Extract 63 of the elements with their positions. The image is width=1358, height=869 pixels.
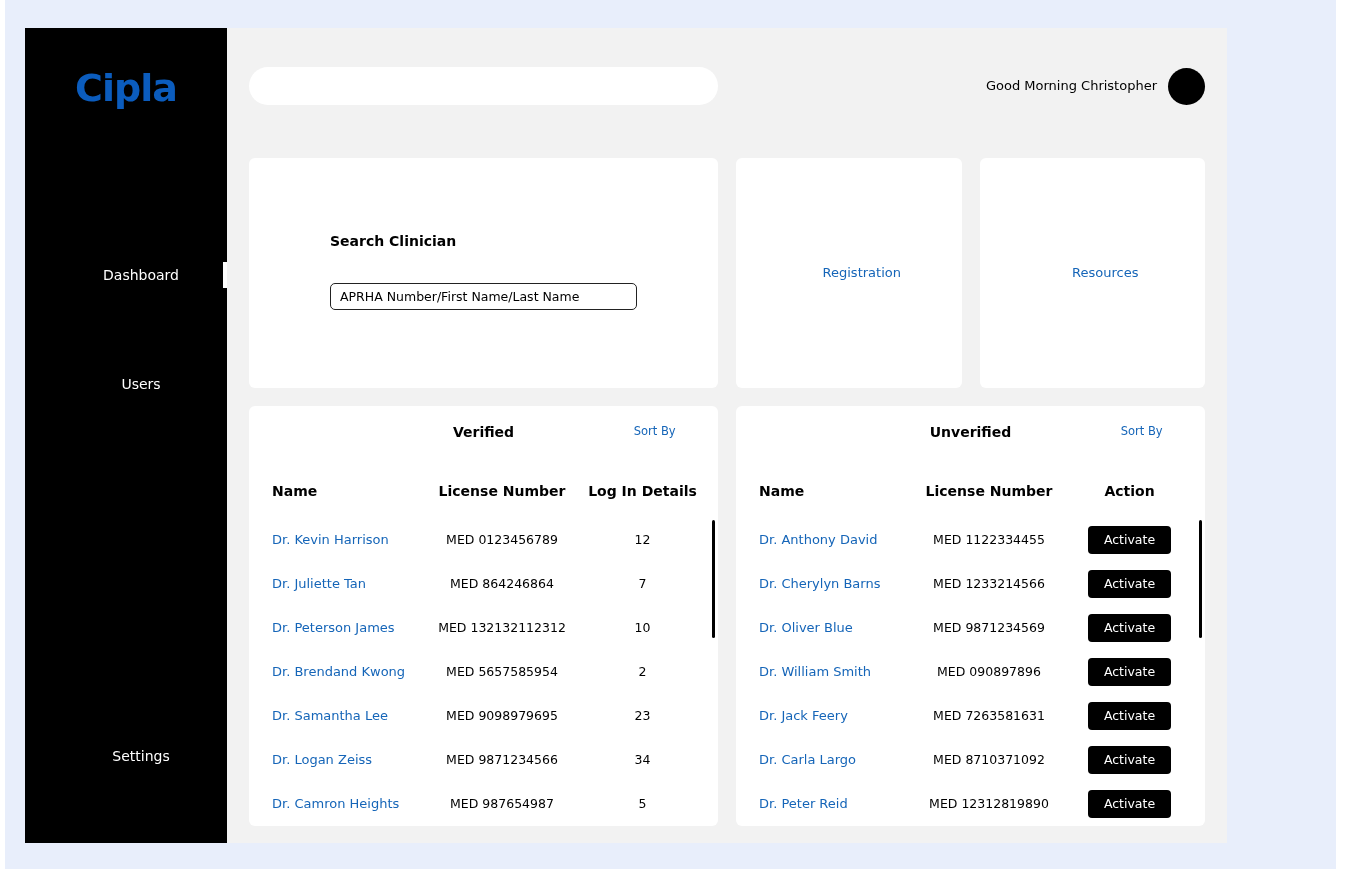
table-cell-text: 2 bbox=[638, 662, 647, 681]
table-cell-text: 10 bbox=[634, 618, 651, 637]
table-cell-text: MED 987654987 bbox=[450, 794, 554, 813]
clinician-name-link[interactable]: Dr. Peterson James bbox=[272, 618, 395, 638]
clinician-name-link[interactable]: Dr. Peter Reid bbox=[759, 794, 848, 814]
table-cell-text: MED 5657585954 bbox=[446, 662, 558, 681]
panel-title: Verified bbox=[452, 422, 515, 442]
clinician-name-link[interactable]: Dr. Anthony David bbox=[759, 530, 878, 550]
table-cell-text: 5 bbox=[638, 794, 647, 813]
clinician-name-link[interactable]: Dr. Carla Largo bbox=[759, 750, 857, 770]
clinician-name-link[interactable]: Dr. William Smith bbox=[759, 662, 872, 682]
clinician-name-link[interactable]: Dr. Juliette Tan bbox=[272, 574, 367, 594]
panel-title: Unverified bbox=[929, 422, 1012, 442]
avatar-icon[interactable] bbox=[1168, 67, 1205, 105]
sidebar-item[interactable]: Settings bbox=[25, 743, 227, 769]
card-title: Search Clinician bbox=[330, 232, 457, 251]
card-link[interactable]: Resources bbox=[1072, 263, 1139, 283]
table-cell-text: MED 0123456789 bbox=[446, 530, 558, 549]
scrollbar-thumb[interactable] bbox=[712, 520, 715, 638]
activate-button[interactable]: Activate bbox=[1088, 702, 1171, 730]
activate-button[interactable]: Activate bbox=[1088, 658, 1171, 686]
column-header: Name bbox=[759, 481, 805, 501]
table-cell-text: MED 9871234566 bbox=[446, 750, 558, 769]
clinician-name-link[interactable]: Dr. Logan Zeiss bbox=[272, 750, 373, 770]
table-cell-text: MED 1233214566 bbox=[933, 574, 1045, 593]
clinician-name-link[interactable]: Dr. Camron Heights bbox=[272, 794, 400, 814]
column-header: License Number bbox=[438, 481, 566, 501]
clinician-name-link[interactable]: Dr. Cherylyn Barns bbox=[759, 574, 881, 594]
activate-button[interactable]: Activate bbox=[1088, 614, 1171, 642]
clinician-name-link[interactable]: Dr. Jack Feery bbox=[759, 706, 848, 726]
activate-button[interactable]: Activate bbox=[1088, 746, 1171, 774]
table-cell-text: MED 7263581631 bbox=[933, 706, 1045, 725]
table-cell-text: MED 8710371092 bbox=[933, 750, 1045, 769]
sort-link[interactable]: Sort By bbox=[633, 423, 676, 441]
table-cell-text: MED 1122334455 bbox=[933, 530, 1045, 549]
logo: Cipla bbox=[75, 68, 177, 108]
table-cell-text: MED 12312819890 bbox=[929, 794, 1049, 813]
clinician-name-link[interactable]: Dr. Brendand Kwong bbox=[272, 662, 406, 682]
table-cell-text: 34 bbox=[634, 750, 651, 769]
table-cell-text: MED 9871234569 bbox=[933, 618, 1045, 637]
table-cell-text: MED 132132112312 bbox=[438, 618, 566, 637]
activate-button[interactable]: Activate bbox=[1088, 526, 1171, 554]
card-link[interactable]: Registration bbox=[822, 263, 901, 283]
sidebar-item[interactable]: Users bbox=[25, 371, 227, 397]
sort-link[interactable]: Sort By bbox=[1120, 423, 1163, 441]
clinician-search-field[interactable]: APRHA Number/First Name/Last Name bbox=[330, 283, 637, 310]
activate-button[interactable]: Activate bbox=[1088, 570, 1171, 598]
table-cell-text: 7 bbox=[638, 574, 647, 593]
table-cell-text: MED 090897896 bbox=[937, 662, 1041, 681]
table-cell-text: MED 864246864 bbox=[450, 574, 554, 593]
table-cell-text: 23 bbox=[634, 706, 651, 725]
column-header: License Number bbox=[925, 481, 1053, 501]
scrollbar-thumb[interactable] bbox=[1199, 520, 1202, 638]
table-cell-text: 12 bbox=[634, 530, 651, 549]
greeting-text: Good Morning Christopher bbox=[985, 77, 1157, 96]
activate-button[interactable]: Activate bbox=[1088, 790, 1171, 818]
clinician-name-link[interactable]: Dr. Kevin Harrison bbox=[272, 530, 389, 550]
column-header: Log In Details bbox=[588, 481, 697, 501]
column-header: Action bbox=[1104, 481, 1155, 501]
clinician-name-link[interactable]: Dr. Samantha Lee bbox=[272, 706, 388, 726]
clinician-name-link[interactable]: Dr. Oliver Blue bbox=[759, 618, 853, 638]
column-header: Name bbox=[272, 481, 318, 501]
table-cell-text: MED 9098979695 bbox=[446, 706, 558, 725]
